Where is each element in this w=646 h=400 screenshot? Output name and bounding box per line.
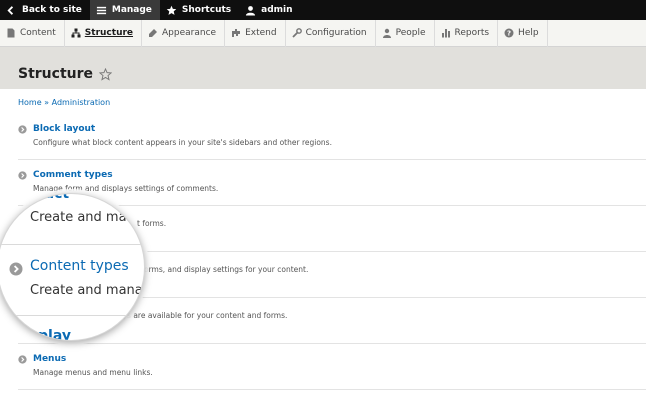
magnified-divider bbox=[0, 315, 144, 316]
tray-item-label: Configuration bbox=[305, 28, 367, 38]
hamburger-icon bbox=[96, 6, 106, 14]
breadcrumb-separator: » bbox=[41, 98, 52, 107]
breadcrumb-admin-link[interactable]: Administration bbox=[52, 98, 111, 107]
tray-item-people[interactable]: People bbox=[376, 19, 435, 47]
admin-toolbar: Back to site Manage Shortcuts admin bbox=[0, 0, 646, 20]
back-to-site-label: Back to site bbox=[22, 5, 82, 15]
magnifier-content: ntact Create and man Content types Creat… bbox=[0, 193, 145, 341]
content-icon bbox=[7, 28, 15, 38]
magnifier-lens: ntact Create and man Content types Creat… bbox=[0, 193, 145, 341]
user-label: admin bbox=[261, 5, 293, 15]
list-item-title[interactable]: Menus bbox=[33, 354, 646, 365]
tray-item-label: Reports bbox=[454, 28, 490, 38]
tray-item-structure[interactable]: Structure bbox=[65, 19, 143, 47]
magnified-contact-description: Create and man bbox=[30, 210, 135, 225]
breadcrumb-home-link[interactable]: Home bbox=[18, 98, 42, 107]
tray-item-label: Appearance bbox=[162, 28, 217, 38]
chevron-right-icon bbox=[18, 355, 27, 364]
people-icon bbox=[382, 28, 391, 38]
shortcuts-label: Shortcuts bbox=[181, 5, 232, 15]
tray-item-label: Extend bbox=[245, 28, 277, 38]
help-icon: ? bbox=[504, 28, 514, 38]
tray-item-configuration[interactable]: Configuration bbox=[286, 19, 376, 47]
magnified-content-types-title[interactable]: Content types bbox=[30, 258, 129, 274]
tray-item-label: People bbox=[395, 28, 426, 38]
structure-icon bbox=[71, 28, 81, 38]
back-to-site-link[interactable]: Back to site bbox=[0, 0, 90, 20]
chevron-right-icon bbox=[18, 125, 27, 134]
tray-item-help[interactable]: ? Help bbox=[498, 19, 548, 47]
shortcuts-tab[interactable]: Shortcuts bbox=[160, 0, 239, 20]
list-item: Menus Manage menus and menu links. bbox=[18, 344, 646, 390]
svg-text:?: ? bbox=[507, 30, 511, 38]
list-item-description: Manage form and displays settings of com… bbox=[33, 184, 219, 193]
manage-tab[interactable]: Manage bbox=[89, 0, 160, 20]
appearance-icon bbox=[149, 29, 158, 37]
page-title-wrap: Structure bbox=[18, 66, 113, 82]
list-item-description: Manage menus and menu links. bbox=[33, 368, 153, 377]
chevron-right-icon bbox=[9, 262, 23, 276]
magnified-contact-title: ntact bbox=[28, 193, 70, 202]
user-tab[interactable]: admin bbox=[239, 0, 300, 20]
configuration-icon bbox=[291, 28, 302, 38]
user-icon bbox=[246, 5, 256, 16]
star-icon bbox=[166, 5, 177, 15]
tray-item-reports[interactable]: Reports bbox=[435, 19, 499, 47]
tray-item-content[interactable]: Content bbox=[0, 19, 65, 47]
list-item-title[interactable]: Block layout bbox=[33, 124, 646, 135]
page-title: Structure bbox=[18, 66, 94, 82]
list-item: Block layout Configure what block conten… bbox=[18, 114, 646, 160]
breadcrumb: Home » Administration bbox=[18, 98, 110, 107]
reports-icon bbox=[441, 29, 450, 38]
manage-label: Manage bbox=[111, 5, 152, 15]
chevron-right-icon bbox=[18, 171, 27, 180]
arrow-left-icon bbox=[7, 5, 14, 15]
extend-icon bbox=[232, 29, 241, 37]
tray-item-appearance[interactable]: Appearance bbox=[142, 19, 226, 47]
magnified-divider bbox=[0, 244, 144, 245]
star-outline-icon[interactable] bbox=[99, 67, 113, 81]
magnified-content-types-description: Create and manag bbox=[30, 283, 145, 298]
list-item-description: Configure what block content appears in … bbox=[33, 138, 332, 147]
tray-item-label: Content bbox=[20, 28, 56, 38]
list-item-title[interactable]: Comment types bbox=[33, 170, 646, 181]
tray-item-extend[interactable]: Extend bbox=[225, 19, 286, 47]
tray-item-label: Structure bbox=[84, 28, 134, 38]
tray-item-label: Help bbox=[518, 28, 539, 38]
admin-tray: Content Structure Appearance Extend Conf… bbox=[0, 19, 646, 47]
magnified-display-title: play bbox=[38, 328, 71, 341]
